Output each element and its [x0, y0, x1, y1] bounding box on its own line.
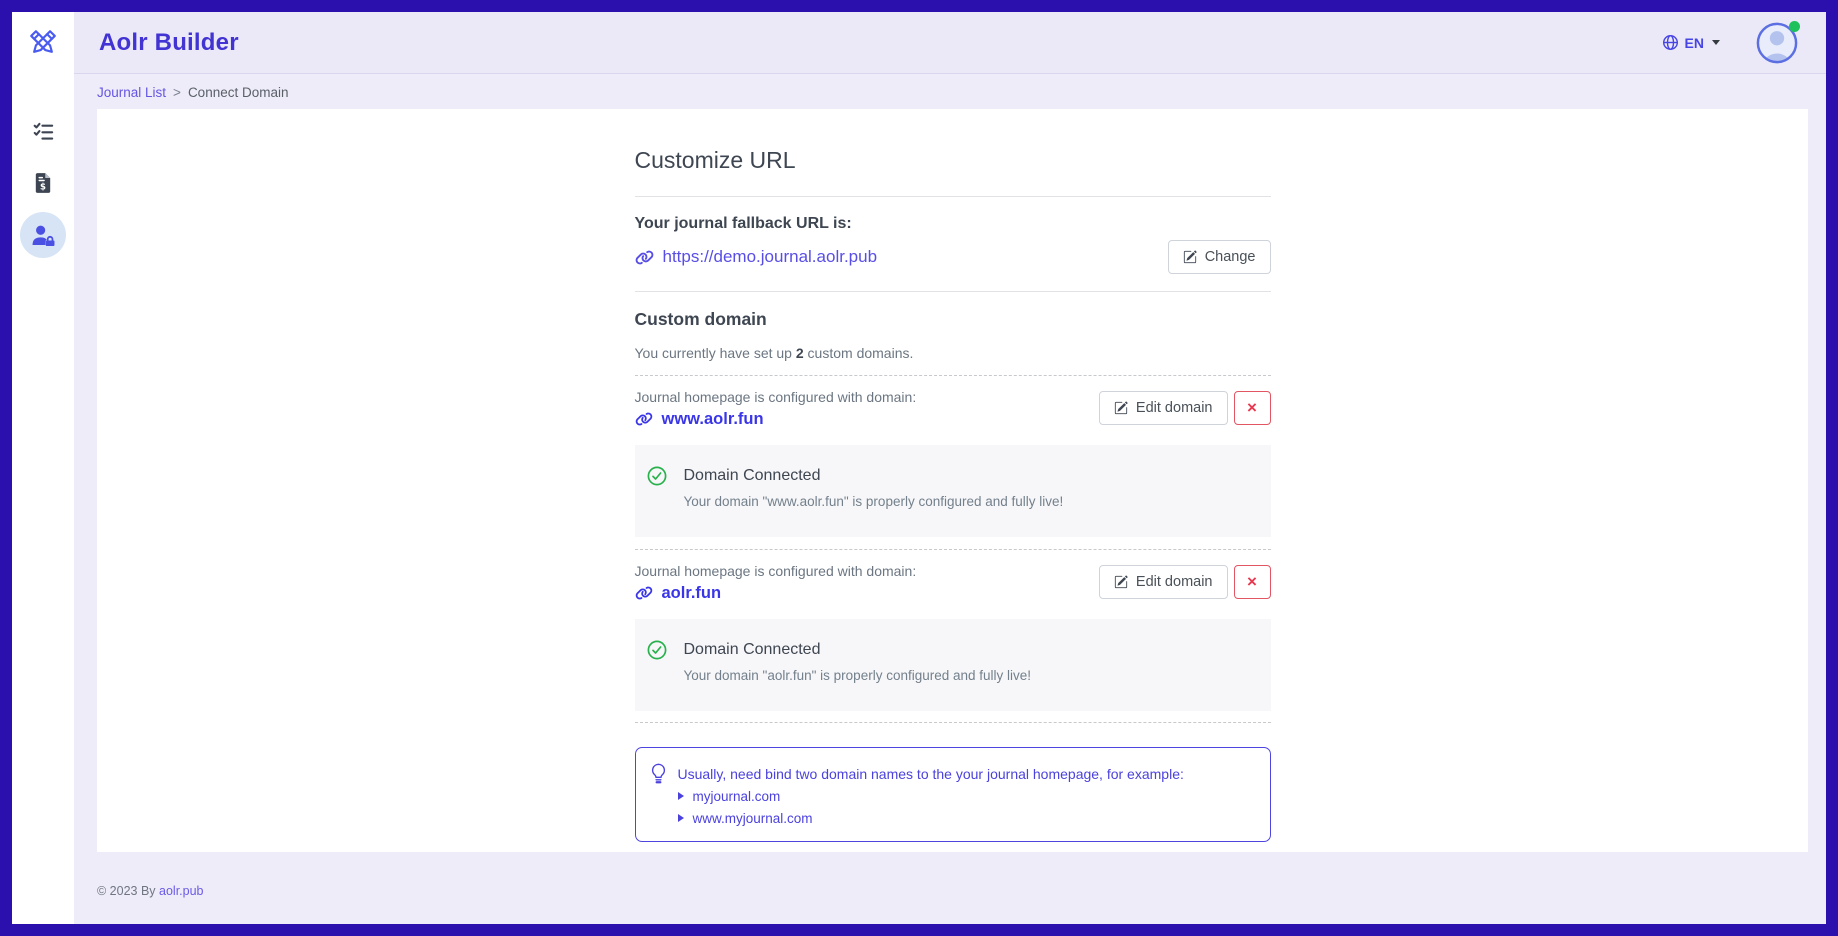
breadcrumb-link-journal-list[interactable]: Journal List — [97, 85, 166, 100]
user-avatar[interactable] — [1756, 22, 1798, 64]
fallback-url-link[interactable]: https://demo.journal.aolr.pub — [663, 247, 878, 267]
sidebar: $ — [12, 12, 74, 924]
app-title: Aolr Builder — [99, 29, 239, 57]
check-circle-icon — [647, 466, 667, 486]
domain-row: Journal homepage is configured with doma… — [635, 563, 1271, 603]
topbar: Aolr Builder EN — [74, 12, 1826, 74]
checklist-icon — [33, 121, 54, 142]
app-logo[interactable] — [12, 12, 74, 74]
page-title: Customize URL — [635, 145, 1271, 175]
triangle-bullet-icon — [678, 792, 684, 800]
globe-icon — [1662, 34, 1679, 51]
domain-link[interactable]: aolr.fun — [662, 584, 722, 603]
link-icon — [635, 250, 654, 265]
configured-label: Journal homepage is configured with doma… — [635, 389, 917, 405]
sidebar-item-billing[interactable]: $ — [20, 160, 66, 206]
language-label: EN — [1685, 35, 1704, 51]
check-circle-icon — [647, 640, 667, 660]
file-invoice-dollar-icon: $ — [34, 172, 52, 194]
app-window: $ Aolr Builder — [12, 12, 1826, 924]
status-detail: Your domain "aolr.fun" is properly confi… — [684, 668, 1032, 683]
breadcrumb-separator: > — [173, 85, 181, 100]
fallback-url-label: Your journal fallback URL is: — [635, 215, 1271, 233]
status-text: Domain Connected Your domain "aolr.fun" … — [684, 640, 1032, 711]
edit-domain-button[interactable]: Edit domain — [1099, 565, 1228, 599]
status-text: Domain Connected Your domain "www.aolr.f… — [684, 466, 1064, 537]
tip-example: www.myjournal.com — [678, 811, 1184, 826]
status-detail: Your domain "www.aolr.fun" is properly c… — [684, 494, 1064, 509]
lightbulb-icon — [650, 763, 667, 786]
content-column: Customize URL Your journal fallback URL … — [635, 145, 1271, 842]
edit-icon — [1183, 250, 1197, 264]
user-lock-icon — [31, 225, 56, 246]
breadcrumb-current: Connect Domain — [188, 85, 289, 100]
status-title: Domain Connected — [684, 640, 1032, 659]
domain-link[interactable]: www.aolr.fun — [662, 410, 764, 429]
dashed-divider — [635, 549, 1271, 550]
crossed-pencils-logo-icon — [23, 23, 63, 63]
status-title: Domain Connected — [684, 466, 1064, 485]
edit-icon — [1114, 575, 1128, 589]
dashed-divider — [635, 375, 1271, 376]
main-panel: Customize URL Your journal fallback URL … — [97, 109, 1808, 852]
svg-text:$: $ — [40, 183, 46, 193]
domain-info: Journal homepage is configured with doma… — [635, 389, 917, 429]
domain-link-line: aolr.fun — [635, 584, 917, 603]
sidebar-nav: $ — [12, 108, 74, 258]
domain-count: 2 — [796, 345, 804, 361]
close-icon: × — [1247, 573, 1257, 590]
domain-actions: Edit domain × — [1099, 391, 1271, 429]
custom-domain-summary: You currently have set up 2 custom domai… — [635, 345, 1271, 361]
section-divider — [635, 196, 1271, 197]
close-icon: × — [1247, 399, 1257, 416]
remove-domain-button[interactable]: × — [1234, 391, 1271, 425]
language-selector[interactable]: EN — [1662, 34, 1720, 51]
sidebar-item-journal-list[interactable] — [20, 108, 66, 154]
breadcrumb: Journal List > Connect Domain — [74, 75, 1826, 109]
tip-content: Usually, need bind two domain names to t… — [678, 763, 1184, 841]
sidebar-item-connect-domain[interactable] — [20, 212, 66, 258]
domain-status-box: Domain Connected Your domain "aolr.fun" … — [635, 619, 1271, 711]
custom-domain-title: Custom domain — [635, 309, 1271, 330]
tip-text: Usually, need bind two domain names to t… — [678, 766, 1184, 782]
fallback-url-row: https://demo.journal.aolr.pub Change — [635, 240, 1271, 274]
edit-icon — [1114, 401, 1128, 415]
browser-frame: $ Aolr Builder — [0, 0, 1838, 936]
chevron-down-icon — [1712, 40, 1720, 45]
domain-status-box: Domain Connected Your domain "www.aolr.f… — [635, 445, 1271, 537]
configured-label: Journal homepage is configured with doma… — [635, 563, 917, 579]
tip-example: myjournal.com — [678, 789, 1184, 804]
triangle-bullet-icon — [678, 814, 684, 822]
link-icon — [635, 586, 653, 600]
domain-info: Journal homepage is configured with doma… — [635, 563, 917, 603]
online-status-dot — [1789, 21, 1800, 32]
topbar-right: EN — [1662, 22, 1798, 64]
footer-link[interactable]: aolr.pub — [159, 884, 203, 898]
domain-link-line: www.aolr.fun — [635, 410, 917, 429]
domain-row: Journal homepage is configured with doma… — [635, 389, 1271, 429]
dashed-divider — [635, 722, 1271, 723]
edit-domain-button[interactable]: Edit domain — [1099, 391, 1228, 425]
section-divider — [635, 291, 1271, 292]
tip-box: Usually, need bind two domain names to t… — [635, 747, 1271, 842]
domain-actions: Edit domain × — [1099, 565, 1271, 603]
copyright-text: © 2023 By — [97, 884, 159, 898]
change-url-button[interactable]: Change — [1168, 240, 1271, 274]
remove-domain-button[interactable]: × — [1234, 565, 1271, 599]
link-icon — [635, 412, 653, 426]
page-footer: © 2023 By aolr.pub — [97, 884, 204, 898]
fallback-url-line: https://demo.journal.aolr.pub — [635, 247, 878, 267]
